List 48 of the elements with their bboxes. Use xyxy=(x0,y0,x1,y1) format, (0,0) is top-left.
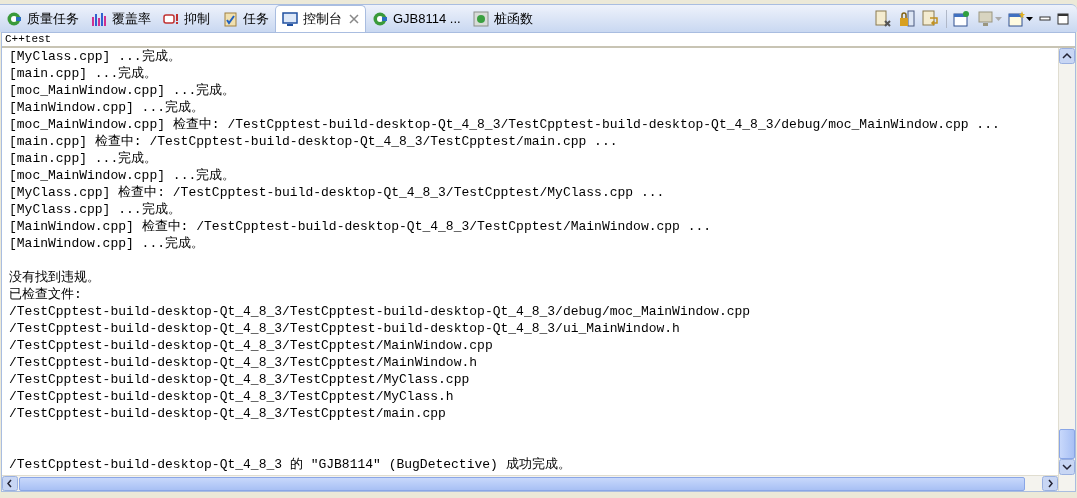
dropdown-icon[interactable] xyxy=(1026,16,1033,21)
clear-icon[interactable] xyxy=(874,9,892,28)
tab[interactable]: 任务 xyxy=(216,5,275,32)
console-line: [MainWindow.cpp] ...完成。 xyxy=(9,235,205,252)
console-line: /TestCpptest-build-desktop-Qt_4_8_3/TestCpptest-build-desktop-Qt_4_8_3/ui_MainWindow.h xyxy=(9,320,680,337)
console-line: /TestCpptest-build-desktop-Qt_4_8_3/TestCpptest/MyClass.cpp xyxy=(9,371,470,388)
console-title: C++test xyxy=(2,33,1075,48)
wrap-icon[interactable] xyxy=(922,9,940,28)
console-line: [main.cpp] ...完成。 xyxy=(9,65,158,82)
console-line: [MainWindow.cpp] 检查中: /TestCpptest-build-desktop-Qt_4_8_3/TestCpptest/MainWindow.cpp ... xyxy=(9,218,712,235)
clipboard-icon xyxy=(222,10,238,27)
scroll-down-icon[interactable] xyxy=(1059,459,1075,475)
console-line: /TestCpptest-build-desktop-Qt_4_8_3/TestCpptest/MainWindow.h xyxy=(9,354,478,371)
bar-chart-icon xyxy=(91,10,107,27)
console-line: [moc_MainWindow.cpp] 检查中: /TestCpptest-build-desktop-Qt_4_8_3/TestCpptest-build-desktop-Qt_4_8_3/debug/moc_MainWindow.cpp ... xyxy=(9,116,1000,133)
tab[interactable]: 质量任务 xyxy=(0,5,85,32)
pin-icon[interactable] xyxy=(953,9,971,28)
console-line: [MyClass.cpp] ...完成。 xyxy=(9,201,181,218)
console-line: [moc_MainWindow.cpp] ...完成。 xyxy=(9,82,236,99)
console-line: [MyClass.cpp] ...完成。 xyxy=(9,48,181,65)
console-line: 已检查文件: xyxy=(9,286,82,303)
monitor-icon xyxy=(282,11,298,27)
maximize-icon[interactable] xyxy=(1057,12,1069,25)
scrollbar-thumb[interactable] xyxy=(1059,429,1075,459)
scroll-right-icon[interactable] xyxy=(1042,476,1058,491)
console-line: [MyClass.cpp] 检查中: /TestCpptest-build-desktop-Qt_4_8_3/TestCpptest/MyClass.cpp ... xyxy=(9,184,665,201)
console-line: [main.cpp] 检查中: /TestCpptest-build-desktop-Qt_4_8_3/TestCpptest/main.cpp ... xyxy=(9,133,618,150)
console-line: /TestCpptest-build-desktop-Qt_4_8_3/TestCpptest/MainWindow.cpp xyxy=(9,337,493,354)
tab[interactable]: 抑制 xyxy=(157,5,216,32)
console-line: 没有找到违规。 xyxy=(9,269,100,286)
tab[interactable]: GJB8114 ... xyxy=(366,5,467,32)
console-line: /TestCpptest-build-desktop-Qt_4_8_3/TestCpptest-build-desktop-Qt_4_8_3/debug/moc_MainWindow.cpp xyxy=(9,303,751,320)
lock-icon[interactable] xyxy=(898,9,916,28)
close-icon[interactable] xyxy=(349,14,359,24)
tab[interactable]: 桩函数 xyxy=(466,5,539,32)
scroll-left-icon[interactable] xyxy=(2,476,18,491)
monitor-icon[interactable] xyxy=(977,9,995,28)
tab[interactable]: 覆盖率 xyxy=(85,5,157,32)
console-line: [MainWindow.cpp] ...完成。 xyxy=(9,99,205,116)
console-line: /TestCpptest-build-desktop-Qt_4_8_3 的 "GJB8114" (BugDetective) 成功完成。 xyxy=(9,456,571,473)
console-line: /TestCpptest-build-desktop-Qt_4_8_3/TestCpptest/MyClass.h xyxy=(9,388,454,405)
scroll-up-icon[interactable] xyxy=(1059,48,1075,64)
vertical-scrollbar[interactable] xyxy=(1058,48,1075,491)
tab[interactable]: 控制台 xyxy=(275,5,366,32)
console-line: /TestCpptest-build-desktop-Qt_4_8_3/TestCpptest/main.cpp xyxy=(9,405,446,422)
console-line: [main.cpp] ...完成。 xyxy=(9,150,158,167)
new-window-icon[interactable] xyxy=(1008,9,1026,28)
console-line: [moc_MainWindow.cpp] ...完成。 xyxy=(9,167,236,184)
